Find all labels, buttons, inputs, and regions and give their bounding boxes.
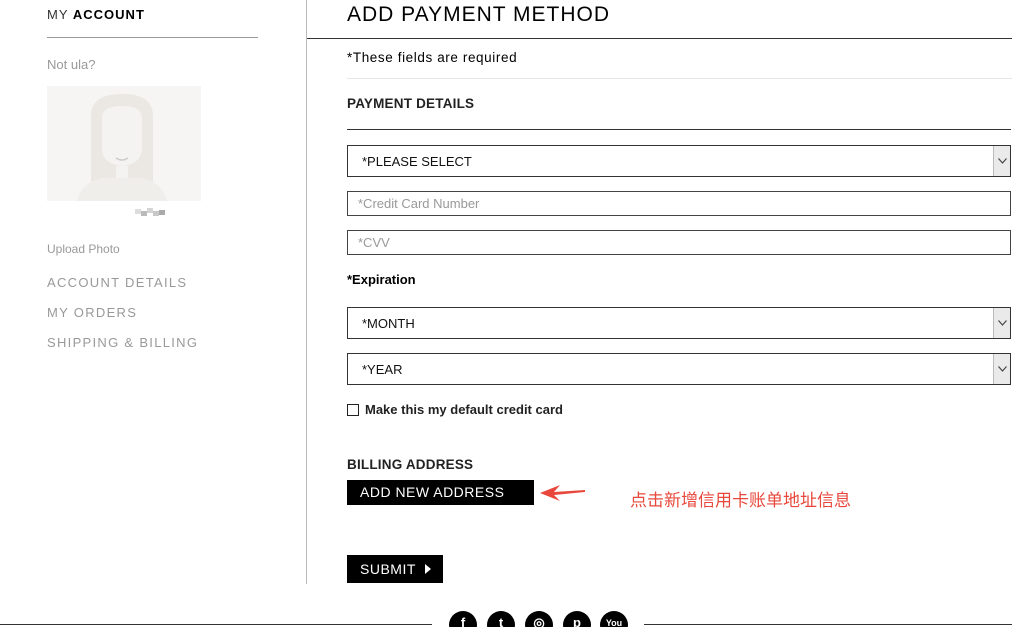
footer-line-right	[644, 624, 1012, 625]
sidebar-title: MY ACCOUNT	[47, 7, 145, 22]
required-fields-note: *These fields are required	[347, 50, 518, 65]
chevron-down-icon[interactable]	[993, 308, 1010, 338]
expiration-month-select[interactable]: *MONTH	[347, 307, 1011, 339]
chevron-down-icon[interactable]	[993, 146, 1010, 176]
twitter-icon[interactable]: t	[487, 611, 515, 627]
pinterest-icon[interactable]: p	[563, 611, 591, 627]
chevron-down-icon[interactable]	[993, 354, 1010, 384]
default-card-checkbox[interactable]	[347, 404, 359, 416]
card-type-select-value: *PLEASE SELECT	[362, 154, 472, 169]
not-user-link[interactable]: Not ula?	[47, 57, 95, 72]
year-select-value: *YEAR	[362, 362, 403, 377]
facebook-icon[interactable]: f	[449, 611, 477, 627]
card-type-select[interactable]: *PLEASE SELECT	[347, 145, 1011, 177]
title-divider	[307, 38, 1012, 39]
billing-address-heading: BILLING ADDRESS	[347, 457, 474, 472]
sidebar-title-prefix: MY	[47, 7, 69, 22]
footer-line-left	[0, 624, 432, 625]
avatar[interactable]	[47, 86, 201, 201]
credit-card-number-field[interactable]	[347, 191, 1011, 216]
avatar-placeholder-icon	[77, 94, 167, 201]
page-title: ADD PAYMENT METHOD	[347, 3, 611, 26]
annotation-text: 点击新增信用卡账单地址信息	[630, 491, 851, 511]
cvv-field[interactable]	[347, 230, 1011, 255]
sidebar-item-shipping-billing[interactable]: SHIPPING & BILLING	[47, 335, 198, 350]
payment-details-heading: PAYMENT DETAILS	[347, 96, 475, 111]
sidebar-divider	[47, 37, 258, 38]
expiration-year-select[interactable]: *YEAR	[347, 353, 1011, 385]
required-divider	[347, 78, 1012, 79]
sidebar-title-main: ACCOUNT	[72, 7, 145, 22]
red-arrow-icon	[540, 485, 585, 501]
submit-label: SUBMIT	[360, 561, 416, 577]
sidebar-item-my-orders[interactable]: MY ORDERS	[47, 305, 137, 320]
instagram-icon[interactable]: ◎	[525, 611, 553, 627]
avatar-username-blurred	[135, 208, 165, 218]
submit-button[interactable]: SUBMIT	[347, 555, 443, 583]
sidebar-item-account-details[interactable]: ACCOUNT DETAILS	[47, 275, 187, 290]
add-new-address-button[interactable]: ADD NEW ADDRESS	[347, 480, 534, 505]
vertical-divider	[306, 0, 307, 584]
payment-details-divider	[347, 129, 1011, 130]
default-card-label[interactable]: Make this my default credit card	[365, 402, 563, 417]
upload-photo-link[interactable]: Upload Photo	[47, 242, 120, 256]
month-select-value: *MONTH	[362, 316, 415, 331]
youtube-icon[interactable]: You	[600, 611, 628, 627]
play-arrow-icon	[425, 564, 431, 574]
expiration-label: *Expiration	[347, 272, 416, 287]
